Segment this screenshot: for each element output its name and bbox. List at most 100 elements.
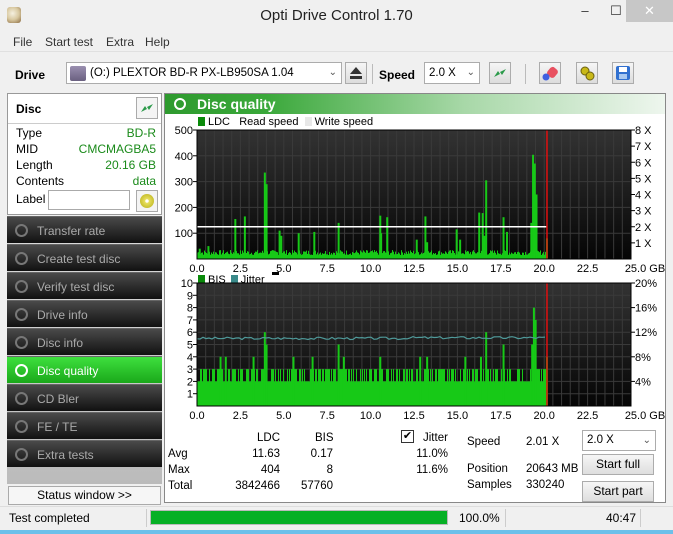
erase-button[interactable]	[539, 62, 561, 84]
x-tick-label: 10.0	[360, 410, 381, 422]
bis-bar	[280, 369, 281, 406]
nav-item-fe-te[interactable]: FE / TE	[7, 412, 162, 439]
toolbar-divider	[372, 64, 373, 84]
bis-bar	[287, 369, 288, 406]
bis-bar	[541, 369, 542, 406]
ldc-spike	[426, 242, 429, 259]
ldc-bar	[493, 252, 494, 259]
y-tick-label: 5	[187, 340, 193, 352]
bis-bar	[461, 381, 462, 406]
ldc-bar	[312, 254, 313, 259]
ldc-spike	[263, 172, 266, 259]
ldc-bar	[224, 254, 225, 259]
eject-button[interactable]	[345, 62, 367, 84]
ldc-bar	[500, 253, 501, 259]
bis-bar	[526, 381, 527, 406]
bis-bar	[259, 381, 260, 406]
ldc-bar	[232, 253, 233, 259]
ldc-bar	[336, 251, 337, 259]
ldc-bar	[321, 254, 322, 259]
bis-bar	[360, 369, 361, 406]
settings-button[interactable]	[576, 62, 598, 84]
bis-bar	[369, 369, 370, 406]
ldc-bar	[206, 252, 207, 259]
bis-bar	[345, 369, 346, 406]
menu-start-test[interactable]: Start test	[45, 35, 93, 49]
drive-select[interactable]: (O:) PLEXTOR BD-R PX-LB950SA 1.04 ⌄	[66, 62, 342, 84]
ldc-bar	[527, 254, 528, 259]
ldc-bar	[477, 252, 478, 259]
erase-icon	[542, 66, 558, 81]
ldc-bar	[384, 251, 385, 259]
bis-bar	[404, 369, 405, 406]
speed-select[interactable]: 2.0 X ⌄	[424, 62, 480, 84]
nav-item-transfer-rate[interactable]: Transfer rate	[7, 216, 162, 243]
bis-bar	[323, 369, 324, 406]
bis-bar	[514, 381, 515, 406]
taskbar-edge	[0, 530, 673, 534]
bis-bar	[306, 381, 307, 406]
bis-bar	[248, 369, 249, 406]
bis-bar	[441, 369, 442, 406]
menu-help[interactable]: Help	[145, 35, 170, 49]
start-part-button[interactable]: Start part	[582, 481, 654, 502]
bis-bar	[359, 381, 360, 406]
save-button[interactable]	[612, 62, 634, 84]
bis-bar	[310, 369, 311, 406]
ldc-bar	[220, 250, 221, 259]
y2-tick-label: 6 X	[635, 157, 652, 169]
test-speed-select[interactable]: 2.0 X ⌄	[582, 430, 656, 451]
disc-length-row: Length 20.16 GB	[16, 158, 156, 174]
ldc-bar	[335, 254, 336, 259]
ldc-bar	[294, 250, 295, 259]
bis-bar	[297, 381, 298, 406]
ldc-bar	[211, 252, 212, 259]
nav-item-cd-bler[interactable]: CD Bler	[7, 384, 162, 411]
ldc-bar	[233, 252, 234, 259]
close-button[interactable]: ✕	[626, 0, 673, 22]
ldc-bar	[287, 254, 288, 259]
minimize-button[interactable]: ‒	[569, 0, 601, 22]
ldc-bar	[403, 254, 404, 259]
start-full-button[interactable]: Start full	[582, 454, 654, 475]
bis-bar	[335, 369, 336, 406]
bis-bar	[260, 381, 261, 406]
nav-item-verify-test-disc[interactable]: Verify test disc	[7, 272, 162, 299]
bis-bar	[399, 369, 400, 406]
bis-spike	[219, 356, 222, 406]
ldc-bar	[286, 250, 287, 259]
ldc-bar	[445, 251, 446, 259]
bis-bar	[276, 381, 277, 406]
ldc-bar	[466, 251, 467, 259]
bis-bar	[456, 381, 457, 406]
bis-bar	[233, 369, 234, 406]
nav-item-disc-info[interactable]: Disc info	[7, 328, 162, 355]
ldc-bar	[389, 254, 390, 259]
disc-quality-panel: Disc quality LDC Read speed Write speed …	[164, 93, 666, 503]
ldc-bar	[326, 254, 327, 259]
bis-spike	[419, 356, 422, 406]
bis-bar	[515, 381, 516, 406]
bis-bar	[544, 369, 545, 406]
menu-file[interactable]: File	[13, 35, 32, 49]
bis-bar	[513, 381, 514, 406]
disc-label-button[interactable]	[136, 190, 158, 212]
disc-label-input[interactable]	[48, 190, 130, 210]
nav-item-create-test-disc[interactable]: Create test disc	[7, 244, 162, 271]
jitter-checkbox[interactable]: ✔	[401, 430, 414, 443]
bis-bar	[357, 381, 358, 406]
ldc-bar	[334, 252, 335, 259]
nav-item-extra-tests[interactable]: Extra tests	[7, 440, 162, 467]
disc-refresh-button[interactable]	[136, 97, 158, 119]
refresh-button[interactable]	[489, 62, 511, 84]
panel-title: Disc quality	[197, 96, 276, 112]
bis-spike	[379, 356, 382, 406]
menu-extra[interactable]: Extra	[106, 35, 134, 49]
nav-item-drive-info[interactable]: Drive info	[7, 300, 162, 327]
ldc-bar	[450, 250, 451, 259]
ldc-bar	[259, 252, 260, 259]
status-window-button[interactable]: Status window >>	[8, 486, 161, 505]
ldc-bar	[419, 254, 420, 259]
ldc-bar	[226, 252, 227, 259]
nav-item-disc-quality[interactable]: Disc quality	[7, 356, 162, 383]
